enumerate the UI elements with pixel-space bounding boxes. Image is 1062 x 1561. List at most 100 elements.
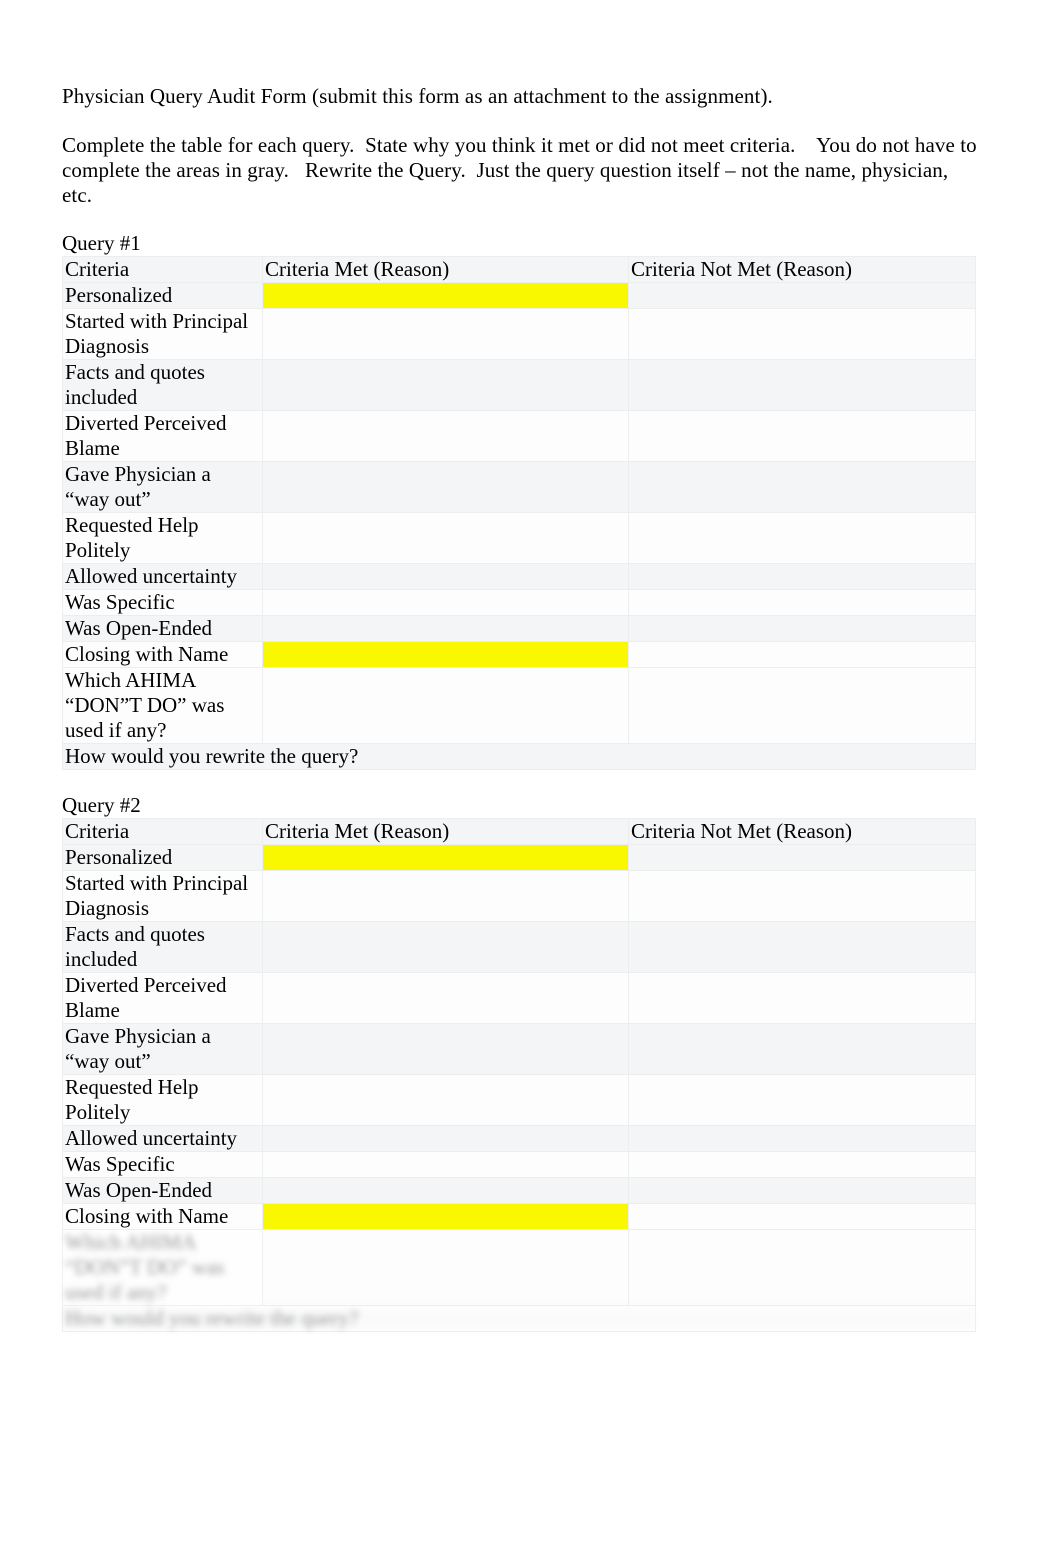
criteria-met-cell[interactable] [262, 844, 629, 871]
header-cell-criteria: Criteria [62, 818, 263, 845]
rewrite-query-row: How would you rewrite the query? [62, 1305, 976, 1332]
table-row: Was Open-Ended [62, 615, 976, 642]
criteria-label: Closing with Name [62, 641, 263, 668]
header-cell-criteria-not-met: Criteria Not Met (Reason) [628, 256, 976, 283]
table-row: Facts and quotes included [62, 921, 976, 973]
table-header-row: Criteria Criteria Met (Reason) Criteria … [62, 256, 976, 283]
table-row: Allowed uncertainty [62, 1125, 976, 1152]
criteria-not-met-cell[interactable] [628, 359, 976, 411]
criteria-met-cell[interactable] [262, 461, 629, 513]
criteria-not-met-cell[interactable] [628, 641, 976, 668]
criteria-met-cell[interactable] [262, 512, 629, 564]
table-row: Diverted Perceived Blame [62, 972, 976, 1024]
table-row: Gave Physician a “way out” [62, 461, 976, 513]
rewrite-query-label: How would you rewrite the query? [62, 1305, 976, 1332]
criteria-not-met-cell[interactable] [628, 844, 976, 871]
criteria-met-cell[interactable] [262, 282, 629, 309]
yellow-highlight-bar [263, 642, 628, 667]
criteria-not-met-cell[interactable] [628, 667, 976, 744]
table-row: Started with Principal Diagnosis [62, 308, 976, 360]
criteria-met-cell[interactable] [262, 641, 629, 668]
criteria-label: Was Open-Ended [62, 1177, 263, 1204]
table-row: Gave Physician a “way out” [62, 1023, 976, 1075]
criteria-label: Was Specific [62, 589, 263, 616]
criteria-met-cell[interactable] [262, 615, 629, 642]
table-row: Diverted Perceived Blame [62, 410, 976, 462]
criteria-met-cell[interactable] [262, 1229, 629, 1306]
criteria-label: Diverted Perceived Blame [62, 410, 263, 462]
criteria-label: Diverted Perceived Blame [62, 972, 263, 1024]
criteria-met-cell[interactable] [262, 563, 629, 590]
criteria-label: Was Specific [62, 1151, 263, 1178]
table-row: Was Specific [62, 1151, 976, 1178]
instructions-line-2: complete the areas in gray. Rewrite the … [62, 158, 954, 207]
criteria-label: Which AHIMA “DON”T DO” was used if any? [62, 1229, 263, 1306]
criteria-label: Facts and quotes included [62, 359, 263, 411]
query-1-audit-table: Criteria Criteria Met (Reason) Criteria … [62, 256, 976, 770]
criteria-not-met-cell[interactable] [628, 870, 976, 922]
table-row: Which AHIMA “DON”T DO” was used if any? [62, 1229, 976, 1306]
criteria-not-met-cell[interactable] [628, 972, 976, 1024]
criteria-not-met-cell[interactable] [628, 1229, 976, 1306]
criteria-met-cell[interactable] [262, 972, 629, 1024]
criteria-met-cell[interactable] [262, 1125, 629, 1152]
table-row: Was Specific [62, 589, 976, 616]
criteria-met-cell[interactable] [262, 1074, 629, 1126]
header-cell-criteria-met: Criteria Met (Reason) [262, 256, 629, 283]
criteria-met-cell[interactable] [262, 1023, 629, 1075]
criteria-not-met-cell[interactable] [628, 1023, 976, 1075]
document-title: Physician Query Audit Form (submit this … [62, 84, 773, 108]
criteria-met-cell[interactable] [262, 870, 629, 922]
criteria-not-met-cell[interactable] [628, 512, 976, 564]
table-row: Closing with Name [62, 641, 976, 668]
table-row: Facts and quotes included [62, 359, 976, 411]
criteria-not-met-cell[interactable] [628, 461, 976, 513]
criteria-met-cell[interactable] [262, 1203, 629, 1230]
criteria-not-met-cell[interactable] [628, 1177, 976, 1204]
criteria-label: Gave Physician a “way out” [62, 1023, 263, 1075]
criteria-not-met-cell[interactable] [628, 615, 976, 642]
criteria-label: Personalized [62, 282, 263, 309]
criteria-label: Was Open-Ended [62, 615, 263, 642]
criteria-met-cell[interactable] [262, 589, 629, 616]
criteria-met-cell[interactable] [262, 308, 629, 360]
criteria-label: Allowed uncertainty [62, 563, 263, 590]
criteria-met-cell[interactable] [262, 1151, 629, 1178]
yellow-highlight-bar [263, 1204, 628, 1229]
criteria-not-met-cell[interactable] [628, 1125, 976, 1152]
criteria-not-met-cell[interactable] [628, 921, 976, 973]
criteria-met-cell[interactable] [262, 667, 629, 744]
criteria-not-met-cell[interactable] [628, 308, 976, 360]
criteria-not-met-cell[interactable] [628, 563, 976, 590]
table-row: Personalized [62, 844, 976, 871]
criteria-met-cell[interactable] [262, 410, 629, 462]
criteria-not-met-cell[interactable] [628, 1074, 976, 1126]
criteria-label: Personalized [62, 844, 263, 871]
criteria-not-met-cell[interactable] [628, 1151, 976, 1178]
criteria-not-met-cell[interactable] [628, 1203, 976, 1230]
criteria-label: Started with Principal Diagnosis [62, 870, 263, 922]
criteria-met-cell[interactable] [262, 921, 629, 973]
criteria-not-met-cell[interactable] [628, 589, 976, 616]
table-row: Started with Principal Diagnosis [62, 870, 976, 922]
criteria-not-met-cell[interactable] [628, 410, 976, 462]
yellow-highlight-bar [263, 845, 628, 870]
header-cell-criteria-not-met: Criteria Not Met (Reason) [628, 818, 976, 845]
criteria-label: Requested Help Politely [62, 1074, 263, 1126]
criteria-label: Closing with Name [62, 1203, 263, 1230]
criteria-label: Facts and quotes included [62, 921, 263, 973]
criteria-label: Which AHIMA “DON”T DO” was used if any? [62, 667, 263, 744]
table-row: Requested Help Politely [62, 1074, 976, 1126]
table-row: Personalized [62, 282, 976, 309]
criteria-label: Allowed uncertainty [62, 1125, 263, 1152]
criteria-met-cell[interactable] [262, 1177, 629, 1204]
query-2-label: Query #2 [62, 793, 141, 817]
criteria-met-cell[interactable] [262, 359, 629, 411]
document-content: Physician Query Audit Form (submit this … [62, 84, 977, 1332]
table-row: Closing with Name [62, 1203, 976, 1230]
table-row: Allowed uncertainty [62, 563, 976, 590]
query-2-audit-table: Criteria Criteria Met (Reason) Criteria … [62, 818, 976, 1332]
document-page: Physician Query Audit Form (submit this … [0, 0, 1062, 1561]
criteria-not-met-cell[interactable] [628, 282, 976, 309]
